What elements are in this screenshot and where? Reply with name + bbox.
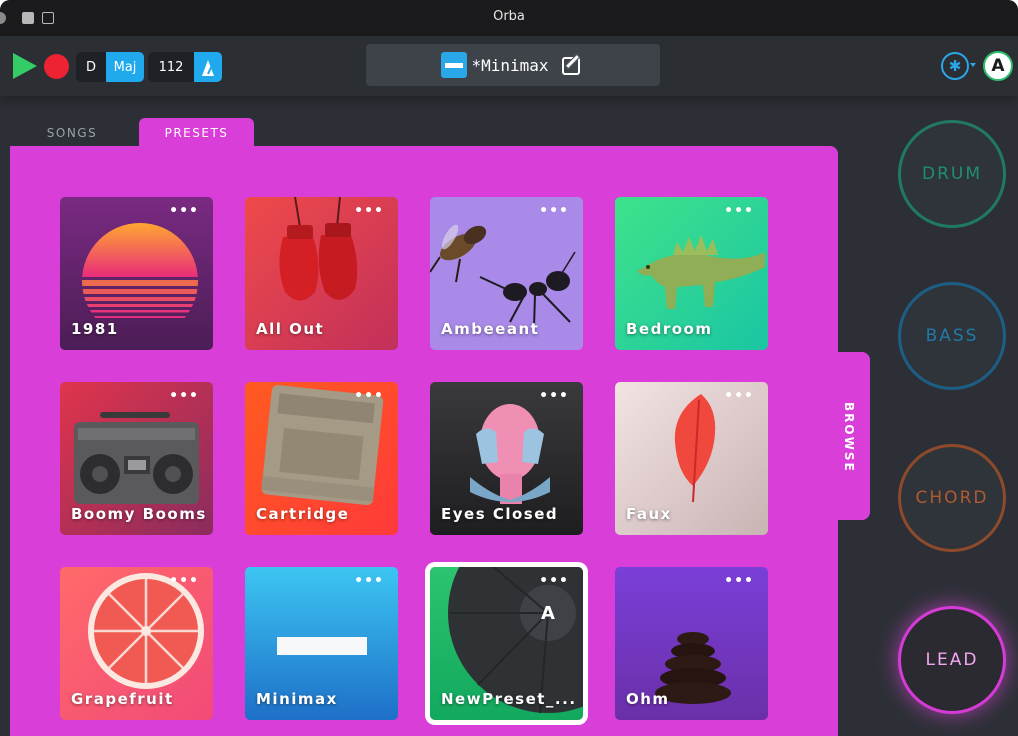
more-options-icon[interactable]: ••• xyxy=(169,388,199,404)
preset-tile-newpreset[interactable]: A ••• NewPreset_... xyxy=(430,567,583,720)
preset-name: Boomy Booms xyxy=(71,505,207,523)
preset-tile-cartridge[interactable]: ••• Cartridge xyxy=(245,382,398,535)
more-options-icon[interactable]: ••• xyxy=(539,203,569,219)
metronome-icon xyxy=(202,58,214,76)
more-options-icon[interactable]: ••• xyxy=(724,203,754,219)
preset-tile-boomy-booms[interactable]: ••• Boomy Booms xyxy=(60,382,213,535)
preset-tile-all-out[interactable]: ••• All Out xyxy=(245,197,398,350)
tempo-value[interactable]: 112 xyxy=(148,52,194,82)
preset-tile-eyes-closed[interactable]: ••• Eyes Closed xyxy=(430,382,583,535)
drum-button[interactable]: DRUM xyxy=(898,120,1006,228)
browse-tab[interactable]: BROWSE xyxy=(836,352,870,520)
chord-button[interactable]: CHORD xyxy=(898,444,1006,552)
more-options-icon[interactable]: ••• xyxy=(354,573,384,589)
more-options-icon[interactable]: ••• xyxy=(724,573,754,589)
preset-tile-ambeeant[interactable]: ••• Ambeeant xyxy=(430,197,583,350)
preset-tile-faux[interactable]: ••• Faux xyxy=(615,382,768,535)
preset-name: Bedroom xyxy=(626,320,713,338)
scale-value[interactable]: Maj xyxy=(106,52,144,82)
preset-name: Cartridge xyxy=(256,505,350,523)
bass-button[interactable]: BASS xyxy=(898,282,1006,390)
tab-songs[interactable]: SONGS xyxy=(24,118,120,148)
key-selector[interactable]: D Maj xyxy=(76,52,144,82)
window-title: Orba xyxy=(493,9,525,24)
preset-name: Minimax xyxy=(256,690,338,708)
toolbar: D Maj 112 *Minimax ✱ A xyxy=(0,36,1018,96)
preset-name: Eyes Closed xyxy=(441,505,559,523)
tab-presets[interactable]: PRESETS xyxy=(139,118,254,148)
more-options-icon[interactable]: ••• xyxy=(354,388,384,404)
svg-text:A: A xyxy=(541,603,555,624)
preset-thumbnail xyxy=(441,52,468,78)
tempo-control[interactable]: 112 xyxy=(148,52,222,82)
bluetooth-icon[interactable]: ✱ xyxy=(941,52,969,80)
more-options-icon[interactable]: ••• xyxy=(539,388,569,404)
title-bar: Orba xyxy=(0,0,1018,36)
preset-name: Ambeeant xyxy=(441,320,540,338)
key-value[interactable]: D xyxy=(76,52,106,82)
more-options-icon[interactable]: ••• xyxy=(169,203,199,219)
preset-tile-1981[interactable]: ••• 1981 xyxy=(60,197,213,350)
more-options-icon[interactable]: ••• xyxy=(354,203,384,219)
metronome-button[interactable] xyxy=(194,52,222,82)
preset-tile-ohm[interactable]: ••• Ohm xyxy=(615,567,768,720)
edit-icon[interactable] xyxy=(561,53,585,77)
preset-tile-minimax[interactable]: ••• Minimax xyxy=(245,567,398,720)
current-preset-name: *Minimax xyxy=(471,55,549,75)
browse-label: BROWSE xyxy=(842,402,856,473)
preset-name: 1981 xyxy=(71,320,119,338)
more-options-icon[interactable]: ••• xyxy=(724,388,754,404)
more-options-icon[interactable]: ••• xyxy=(169,573,199,589)
preset-name: Faux xyxy=(626,505,672,523)
chevron-down-icon[interactable] xyxy=(970,63,976,67)
preset-tile-grapefruit[interactable]: ••• Grapefruit xyxy=(60,567,213,720)
preset-name: Grapefruit xyxy=(71,690,174,708)
preset-name: NewPreset_... xyxy=(441,690,577,708)
more-options-icon[interactable]: ••• xyxy=(539,573,569,589)
record-button[interactable] xyxy=(44,54,69,79)
current-preset-box[interactable]: *Minimax xyxy=(366,44,660,86)
app-window: Orba D Maj 112 *Minimax ✱ A SONGS PRESET… xyxy=(0,0,1018,736)
play-button[interactable] xyxy=(13,53,37,79)
preset-name: All Out xyxy=(256,320,325,338)
preset-name: Ohm xyxy=(626,690,670,708)
artiphon-logo-icon[interactable]: A xyxy=(983,51,1013,81)
lead-button[interactable]: LEAD xyxy=(898,606,1006,714)
preset-tile-bedroom[interactable]: ••• Bedroom xyxy=(615,197,768,350)
